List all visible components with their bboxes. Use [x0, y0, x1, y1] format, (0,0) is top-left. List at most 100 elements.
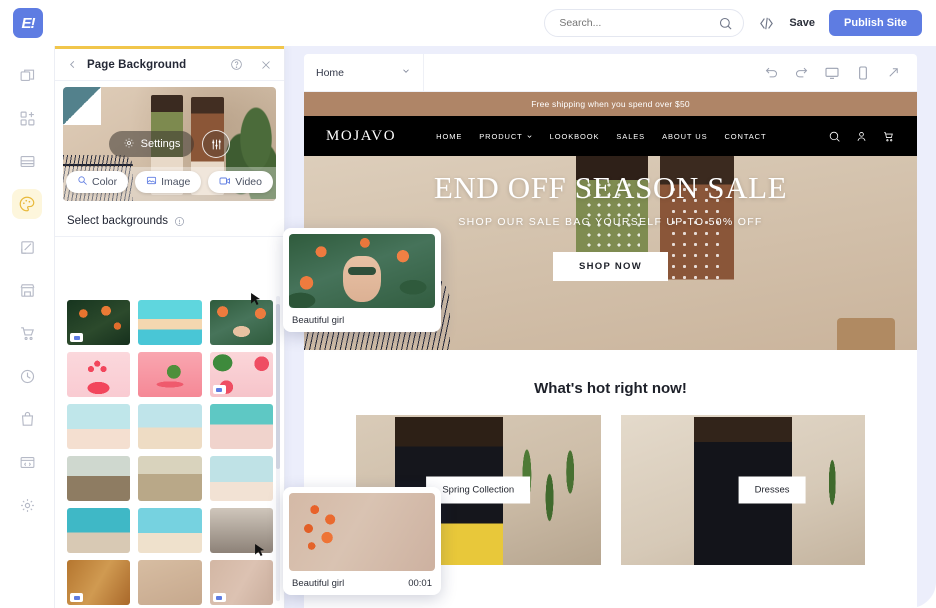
- background-thumbnail-beach-girl-suitcase[interactable]: [67, 404, 131, 449]
- image-icon: [146, 175, 157, 189]
- sidebar-item-add-element[interactable]: [12, 103, 42, 133]
- video-icon: [219, 175, 231, 190]
- panel-scrollbar-thumb[interactable]: [276, 304, 280, 469]
- publish-site-button[interactable]: Publish Site: [829, 10, 922, 36]
- search-input[interactable]: [559, 17, 713, 29]
- top-toolbar: E! Save Publish Site: [0, 0, 936, 46]
- top-toolbar-right: Save Publish Site: [544, 9, 936, 37]
- chevron-down-icon: [526, 133, 533, 140]
- app-logo[interactable]: E!: [13, 8, 43, 38]
- desktop-icon[interactable]: [824, 65, 840, 81]
- background-thumbnail-list[interactable]: [55, 292, 285, 608]
- background-mode-buttons: Color Image Video: [63, 171, 276, 193]
- mobile-icon[interactable]: [855, 65, 871, 81]
- search-icon[interactable]: [828, 130, 841, 143]
- redo-icon[interactable]: [794, 65, 809, 80]
- site-nav-link-label: CONTACT: [724, 131, 767, 141]
- select-backgrounds-header: Select backgrounds: [55, 201, 284, 237]
- code-brackets-icon[interactable]: [758, 15, 775, 32]
- site-nav-link-product[interactable]: PRODUCT: [479, 132, 532, 141]
- background-thumbnail-watermelon-hearts[interactable]: [67, 352, 131, 397]
- hot-section-title: What's hot right now!: [534, 380, 687, 397]
- canvas-toolbar-actions: [764, 65, 917, 81]
- account-icon[interactable]: [855, 130, 868, 143]
- collection-card-dresses[interactable]: Dresses: [620, 415, 865, 565]
- background-thumbnail-melon-podium[interactable]: [138, 352, 202, 397]
- video-badge-icon: [70, 333, 83, 342]
- background-thumbnail-pink-car[interactable]: [138, 508, 202, 553]
- save-button[interactable]: Save: [789, 17, 815, 29]
- background-thumbnail-ice-cream[interactable]: [67, 456, 131, 501]
- background-thumbnail-loaded-truck[interactable]: [138, 404, 202, 449]
- background-thumbnail-beach-lady[interactable]: [209, 456, 273, 501]
- sidebar-item-settings[interactable]: [12, 490, 42, 520]
- close-icon[interactable]: [260, 59, 272, 71]
- popover-duration-2: 00:01: [408, 577, 432, 589]
- page-selector-label: Home: [316, 66, 345, 79]
- sidebar-item-edit[interactable]: [12, 232, 42, 262]
- site-nav-link-sales[interactable]: SALES: [616, 132, 645, 141]
- sidebar-item-code[interactable]: [12, 447, 42, 477]
- image-mode-label: Image: [161, 176, 191, 188]
- thumbnail-preview-popover-1[interactable]: Beautiful girl: [283, 228, 441, 332]
- expand-arrow-icon[interactable]: [886, 65, 901, 80]
- hero-subheading: SHOP OUR SALE BAG YOURSELF UP TO 50% OFF: [458, 216, 763, 228]
- sidebar-item-sections[interactable]: [12, 146, 42, 176]
- site-navbar: MOJAVO HOME PRODUCT LOOKBOOK SALES ABOUT US C…: [304, 116, 917, 156]
- card-label-spring[interactable]: Spring Collection: [426, 476, 531, 504]
- undo-icon[interactable]: [764, 65, 779, 80]
- background-thumbnail-coat-rack[interactable]: [138, 560, 202, 605]
- image-mode-button[interactable]: Image: [135, 171, 202, 193]
- video-badge-icon: [70, 593, 83, 602]
- sidebar-item-history[interactable]: [12, 361, 42, 391]
- video-badge-icon: [212, 385, 226, 394]
- search-icon[interactable]: [718, 16, 733, 31]
- background-thumbnail-orange-branch[interactable]: [209, 560, 273, 605]
- site-nav-link-contact[interactable]: CONTACT: [724, 132, 766, 141]
- video-mode-label: Video: [235, 176, 262, 188]
- background-thumbnail-flower-girl[interactable]: [209, 300, 273, 345]
- info-icon[interactable]: [174, 216, 185, 227]
- popover-face-1: [343, 256, 381, 303]
- site-nav-icons: [828, 130, 895, 143]
- sidebar-item-pages[interactable]: [12, 60, 42, 90]
- background-thumbnail-melon-leaves[interactable]: [209, 352, 273, 397]
- sidebar-item-store[interactable]: [12, 275, 42, 305]
- popover-title-2: Beautiful girl: [292, 577, 345, 589]
- page-title: Page Background: [87, 58, 187, 71]
- background-thumbnail-boutique[interactable]: [209, 508, 273, 553]
- page-selector[interactable]: Home: [304, 53, 424, 92]
- background-thumbnail-pink-beach[interactable]: [209, 404, 273, 449]
- thumbnail-preview-popover-2[interactable]: Beautiful girl 00:01: [283, 487, 441, 595]
- video-mode-button[interactable]: Video: [208, 171, 273, 193]
- settings-button[interactable]: Settings: [108, 131, 195, 157]
- help-circle-icon[interactable]: [230, 58, 243, 71]
- chevron-left-icon[interactable]: [67, 59, 78, 70]
- popover-branch-2: [293, 497, 355, 567]
- color-mode-button[interactable]: Color: [66, 171, 129, 193]
- background-thumbnail-beach-hut[interactable]: [138, 300, 202, 345]
- card-label-dresses[interactable]: Dresses: [738, 476, 806, 504]
- background-thumbnail-pine-flowers[interactable]: [67, 300, 131, 345]
- sidebar-item-bag[interactable]: [12, 404, 42, 434]
- chevron-down-icon: [401, 66, 411, 79]
- site-nav-link-lookbook[interactable]: LOOKBOOK: [550, 132, 600, 141]
- search-box[interactable]: [544, 9, 745, 37]
- site-nav-link-home[interactable]: HOME: [436, 132, 462, 141]
- site-nav-link-about-us[interactable]: ABOUT US: [662, 132, 707, 141]
- settings-label: Settings: [140, 138, 181, 150]
- site-brand[interactable]: MOJAVO: [326, 128, 396, 145]
- background-thumbnail-woman-camera[interactable]: [67, 560, 131, 605]
- panel-header: Page Background: [55, 49, 284, 81]
- sidebar-item-design[interactable]: [12, 189, 42, 219]
- background-thumbnail-palm-sunset[interactable]: [67, 508, 131, 553]
- hero-plant-pot: [837, 318, 895, 350]
- background-preview[interactable]: Settings Color Image Video: [63, 87, 276, 201]
- sliders-button[interactable]: [202, 130, 231, 158]
- announcement-bar: Free shipping when you spend over $50: [304, 92, 917, 116]
- cart-icon[interactable]: [882, 130, 895, 143]
- sidebar-item-cart[interactable]: [12, 318, 42, 348]
- background-thumbnail-rose-garden[interactable]: [138, 456, 202, 501]
- shop-now-button[interactable]: SHOP NOW: [552, 252, 668, 281]
- background-grid: [67, 300, 273, 608]
